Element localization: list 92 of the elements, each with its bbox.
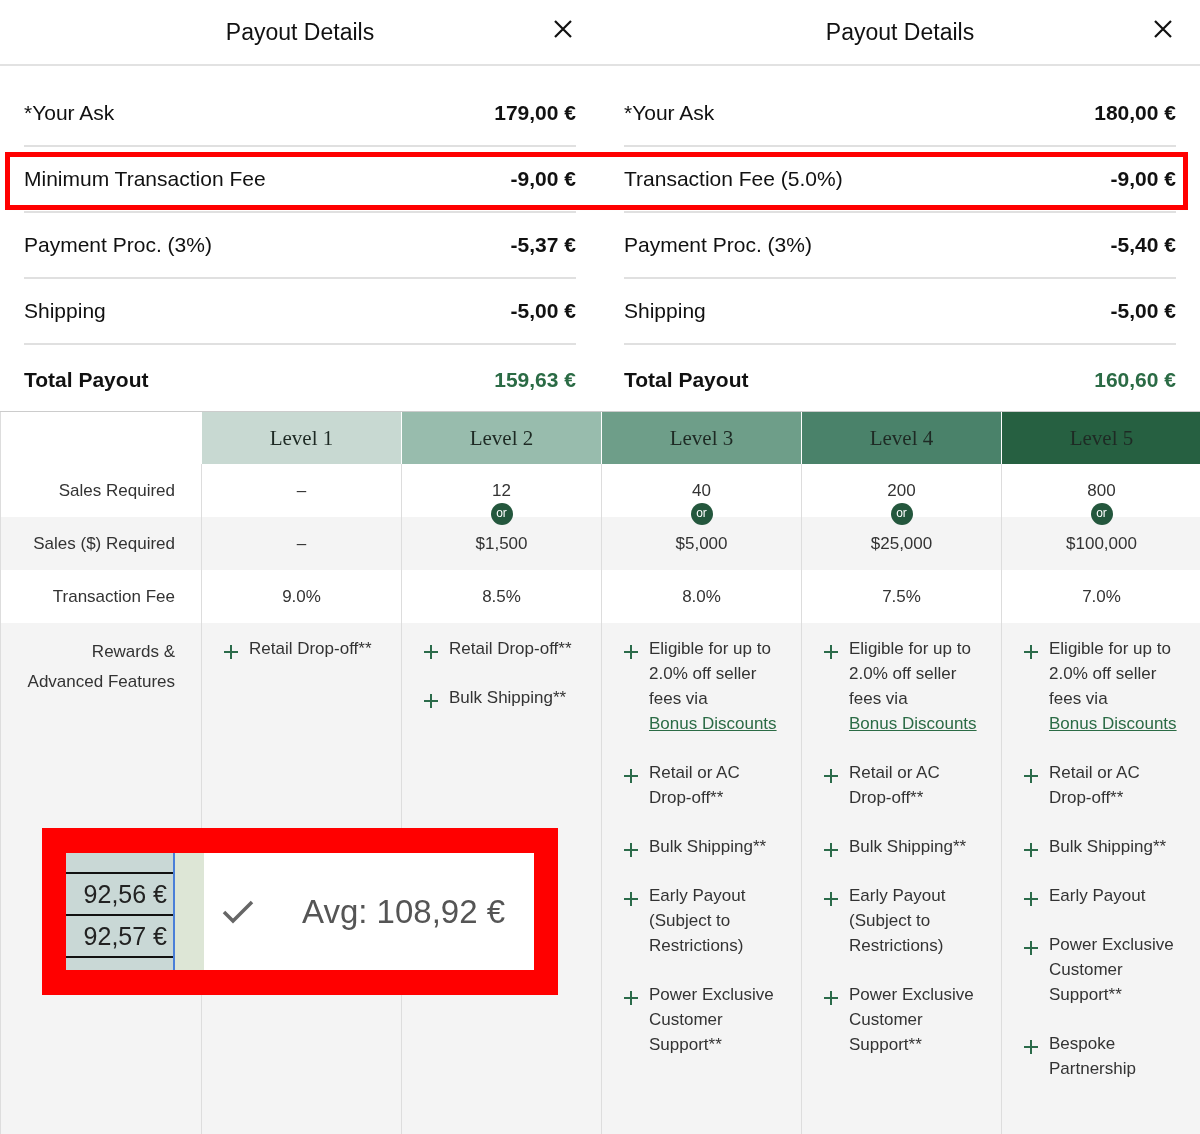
- feature-text: Early Payout: [1049, 885, 1147, 907]
- table-cell: 7.0%: [1082, 586, 1121, 607]
- sheet-cell: 92,57 €: [66, 916, 173, 958]
- plus-icon: [1024, 892, 1038, 906]
- plus-icon: [1024, 941, 1038, 955]
- table-cell: 8.5%: [482, 586, 521, 607]
- level-header: Level 3: [601, 412, 801, 464]
- plus-icon: [224, 645, 238, 659]
- payout-amount: 180,00 €: [1094, 101, 1176, 125]
- plus-icon: [624, 892, 638, 906]
- level-header: Level 2: [401, 412, 601, 464]
- row-label: Rewards & Advanced Features: [26, 641, 175, 693]
- feature-text: Power Exclusive Customer Support**: [649, 984, 775, 1056]
- payout-label: Payment Proc. (3%): [24, 233, 212, 257]
- table-cell: 12: [492, 480, 511, 501]
- feature-text: Bulk Shipping**: [449, 687, 568, 709]
- payout-amount: -5,40 €: [1110, 233, 1176, 257]
- plus-icon: [424, 645, 438, 659]
- feature-text: Early Payout (Subject to Restrictions): [849, 885, 947, 957]
- plus-icon: [624, 843, 638, 857]
- feature-text: Power Exclusive Customer Support**: [849, 984, 975, 1056]
- sheet-cell: 92,56 €: [66, 874, 173, 916]
- plus-icon: [1024, 645, 1038, 659]
- plus-icon: [824, 843, 838, 857]
- table-cell: $100,000: [1066, 533, 1137, 554]
- row-label: Sales ($) Required: [33, 533, 175, 554]
- plus-icon: [824, 769, 838, 783]
- table-cell: 40: [692, 480, 711, 501]
- payout-amount: -9,00 €: [510, 167, 576, 191]
- plus-icon: [1024, 769, 1038, 783]
- payout-amount: -5,00 €: [510, 299, 576, 323]
- table-cell: $5,000: [675, 533, 728, 554]
- feature-text: Retail Drop-off**: [249, 638, 373, 660]
- plus-icon: [624, 991, 638, 1005]
- plus-icon: [424, 694, 438, 708]
- payout-label: *Your Ask: [24, 101, 115, 125]
- close-icon[interactable]: [552, 18, 574, 40]
- average-text: Avg: 108,92 €: [302, 892, 506, 931]
- plus-icon: [824, 991, 838, 1005]
- table-cell: 800: [1087, 480, 1116, 501]
- feature-text: Retail or AC Drop-off**: [849, 762, 941, 809]
- payout-label: Minimum Transaction Fee: [24, 167, 266, 191]
- feature-text: Retail Drop-off**: [449, 638, 573, 660]
- level-header: Level 4: [801, 412, 1001, 464]
- payout-amount: -9,00 €: [1110, 167, 1176, 191]
- payout-label: *Your Ask: [624, 101, 715, 125]
- feature-text: Bulk Shipping**: [1049, 836, 1168, 858]
- feature-text: Bulk Shipping**: [649, 836, 768, 858]
- payout-label: Transaction Fee (5.0%): [624, 167, 843, 191]
- feature-text: Retail or AC Drop-off**: [1049, 762, 1141, 809]
- plus-icon: [624, 645, 638, 659]
- feature-text: Eligible for up to 2.0% off seller fees via Bonus Discounts: [849, 638, 977, 735]
- row-label: Sales Required: [58, 480, 175, 501]
- level-header: Level 1: [201, 412, 401, 464]
- payout-total: 159,63 €: [494, 368, 576, 392]
- payout-label: Total Payout: [24, 368, 149, 392]
- feature-text: Eligible for up to 2.0% off seller fees via Bonus Discounts: [1049, 638, 1177, 735]
- payout-amount: -5,00 €: [1110, 299, 1176, 323]
- table-cell: 200: [887, 480, 916, 501]
- check-icon: [222, 899, 254, 924]
- plus-icon: [1024, 1040, 1038, 1054]
- row-label: Transaction Fee: [52, 586, 175, 607]
- feature-text: Early Payout (Subject to Restrictions): [649, 885, 747, 957]
- table-cell: –: [296, 480, 307, 501]
- payout-label: Shipping: [24, 299, 106, 323]
- table-cell: 7.5%: [882, 586, 921, 607]
- close-icon[interactable]: [1152, 18, 1174, 40]
- feature-text: Bespoke Partnership: [1049, 1033, 1137, 1080]
- payout-label: Total Payout: [624, 368, 749, 392]
- table-cell: $25,000: [870, 533, 933, 554]
- feature-text: Bulk Shipping**: [849, 836, 968, 858]
- feature-text: Retail or AC Drop-off**: [649, 762, 741, 809]
- payout-total: 160,60 €: [1094, 368, 1176, 392]
- bonus-link[interactable]: Bonus Discounts: [649, 714, 777, 733]
- payout-label: Shipping: [624, 299, 706, 323]
- plus-icon: [824, 645, 838, 659]
- table-cell: 9.0%: [282, 586, 321, 607]
- feature-text: Power Exclusive Customer Support**: [1049, 934, 1175, 1006]
- payout-amount: 179,00 €: [494, 101, 576, 125]
- bonus-link[interactable]: Bonus Discounts: [1049, 714, 1177, 733]
- table-cell: 8.0%: [682, 586, 721, 607]
- plus-icon: [624, 769, 638, 783]
- plus-icon: [1024, 843, 1038, 857]
- panel-title: Payout Details: [225, 18, 375, 46]
- bonus-link[interactable]: Bonus Discounts: [849, 714, 977, 733]
- plus-icon: [824, 892, 838, 906]
- payout-label: Payment Proc. (3%): [624, 233, 812, 257]
- feature-text: Eligible for up to 2.0% off seller fees via Bonus Discounts: [649, 638, 777, 735]
- table-cell: $1,500: [475, 533, 528, 554]
- table-cell: –: [296, 533, 307, 554]
- panel-title: Payout Details: [825, 18, 975, 46]
- payout-amount: -5,37 €: [510, 233, 576, 257]
